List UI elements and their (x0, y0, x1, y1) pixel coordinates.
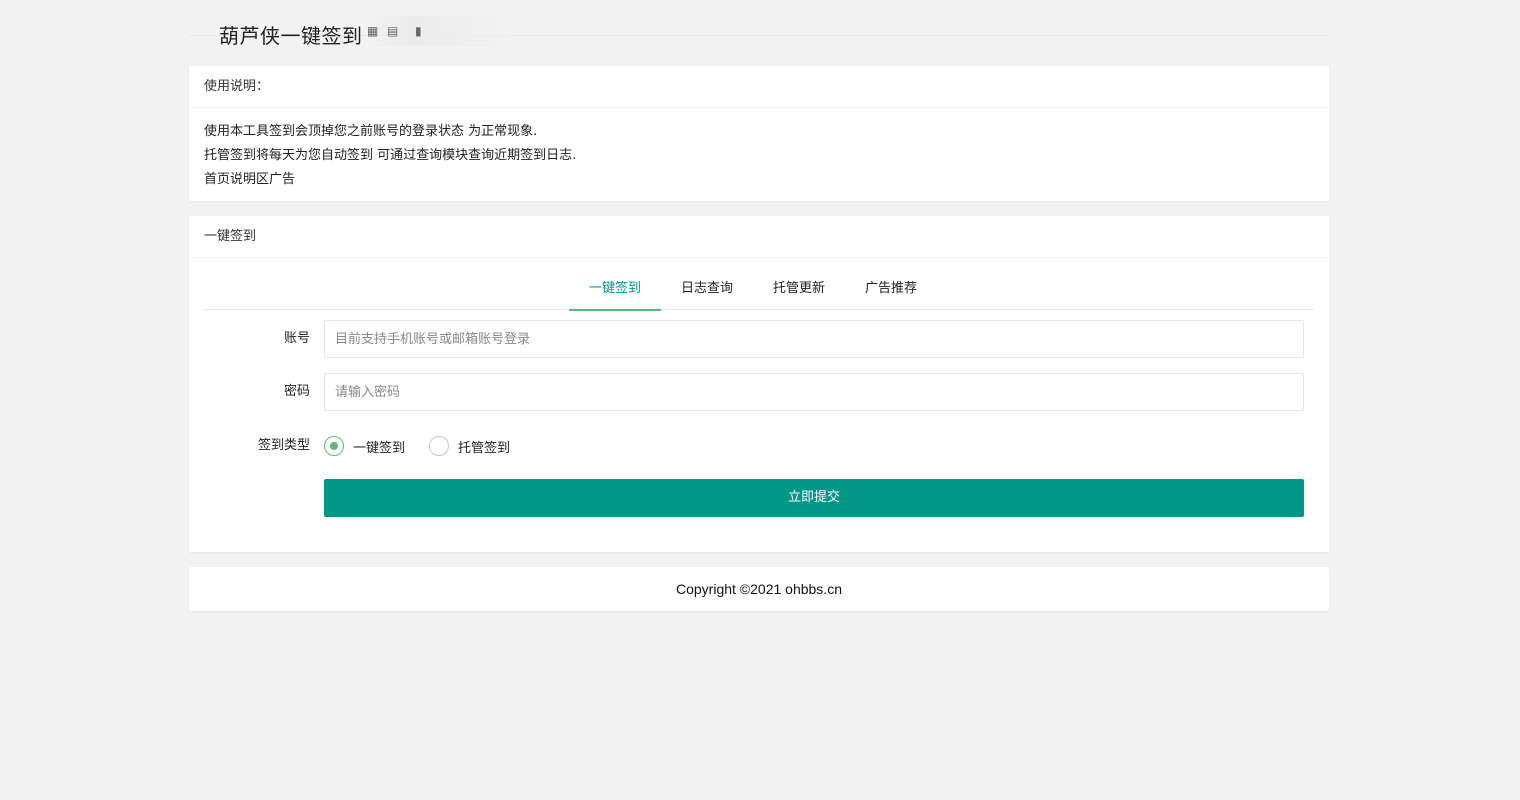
radio-label[interactable]: 托管签到 (458, 437, 510, 456)
banner-scribble-icon: ▤ (387, 24, 399, 38)
account-row: 账号 (189, 320, 1329, 358)
password-input[interactable] (324, 373, 1304, 411)
tab-log-query[interactable]: 日志查询 (661, 268, 753, 310)
radio-one-click-signin[interactable]: 一键签到 (324, 436, 405, 456)
banner-scribble-icon: ▦ (367, 24, 379, 38)
tab-one-click-signin[interactable]: 一键签到 (569, 268, 662, 311)
tab-managed-update[interactable]: 托管更新 (753, 268, 845, 310)
banner-scribble-icon: ▮ (415, 24, 422, 38)
copyright-text: Copyright ©2021 ohbbs.cn (676, 581, 842, 597)
signin-card: 一键签到 一键签到 日志查询 托管更新 广告推荐 账号 密码 签到类型 一键签到… (189, 216, 1329, 552)
instruction-line[interactable]: 首页说明区广告 (204, 168, 1314, 192)
signin-heading: 一键签到 (189, 216, 1329, 258)
radio-unchecked-icon[interactable] (429, 436, 450, 456)
tab-ad-recommend[interactable]: 广告推荐 (845, 268, 937, 310)
signin-type-row: 签到类型 一键签到 托管签到 (189, 427, 1329, 465)
site-title: 葫芦侠一键签到 (219, 24, 363, 48)
instruction-line: 托管签到将每天为您自动签到 可通过查询模块查询近期签到日志. (204, 148, 577, 163)
site-header: 葫芦侠一键签到 ▦ ▤ ▮ (189, 0, 1329, 48)
footer-card: Copyright ©2021 ohbbs.cn (189, 567, 1329, 611)
instructions-heading: 使用说明： (189, 66, 1329, 108)
signin-type-label: 签到类型 (257, 438, 310, 453)
password-label: 密码 (283, 384, 310, 399)
account-input[interactable] (324, 320, 1304, 358)
radio-checked-icon[interactable] (324, 436, 344, 456)
signin-tabs: 一键签到 日志查询 托管更新 广告推荐 (204, 268, 1314, 311)
radio-managed-signin[interactable]: 托管签到 (429, 436, 510, 456)
signin-type-radio-group: 一键签到 托管签到 (324, 427, 534, 465)
radio-label[interactable]: 一键签到 (353, 437, 405, 456)
instruction-line: 使用本工具签到会顶掉您之前账号的登录状态 为正常现象. (204, 124, 538, 139)
submit-button[interactable]: 立即提交 (324, 479, 1304, 517)
instructions-card: 使用说明： 使用本工具签到会顶掉您之前账号的登录状态 为正常现象. 托管签到将每… (189, 66, 1329, 201)
account-label: 账号 (283, 331, 310, 346)
password-row: 密码 (189, 373, 1329, 411)
instructions-body: 使用本工具签到会顶掉您之前账号的登录状态 为正常现象. 托管签到将每天为您自动签… (189, 108, 1329, 204)
